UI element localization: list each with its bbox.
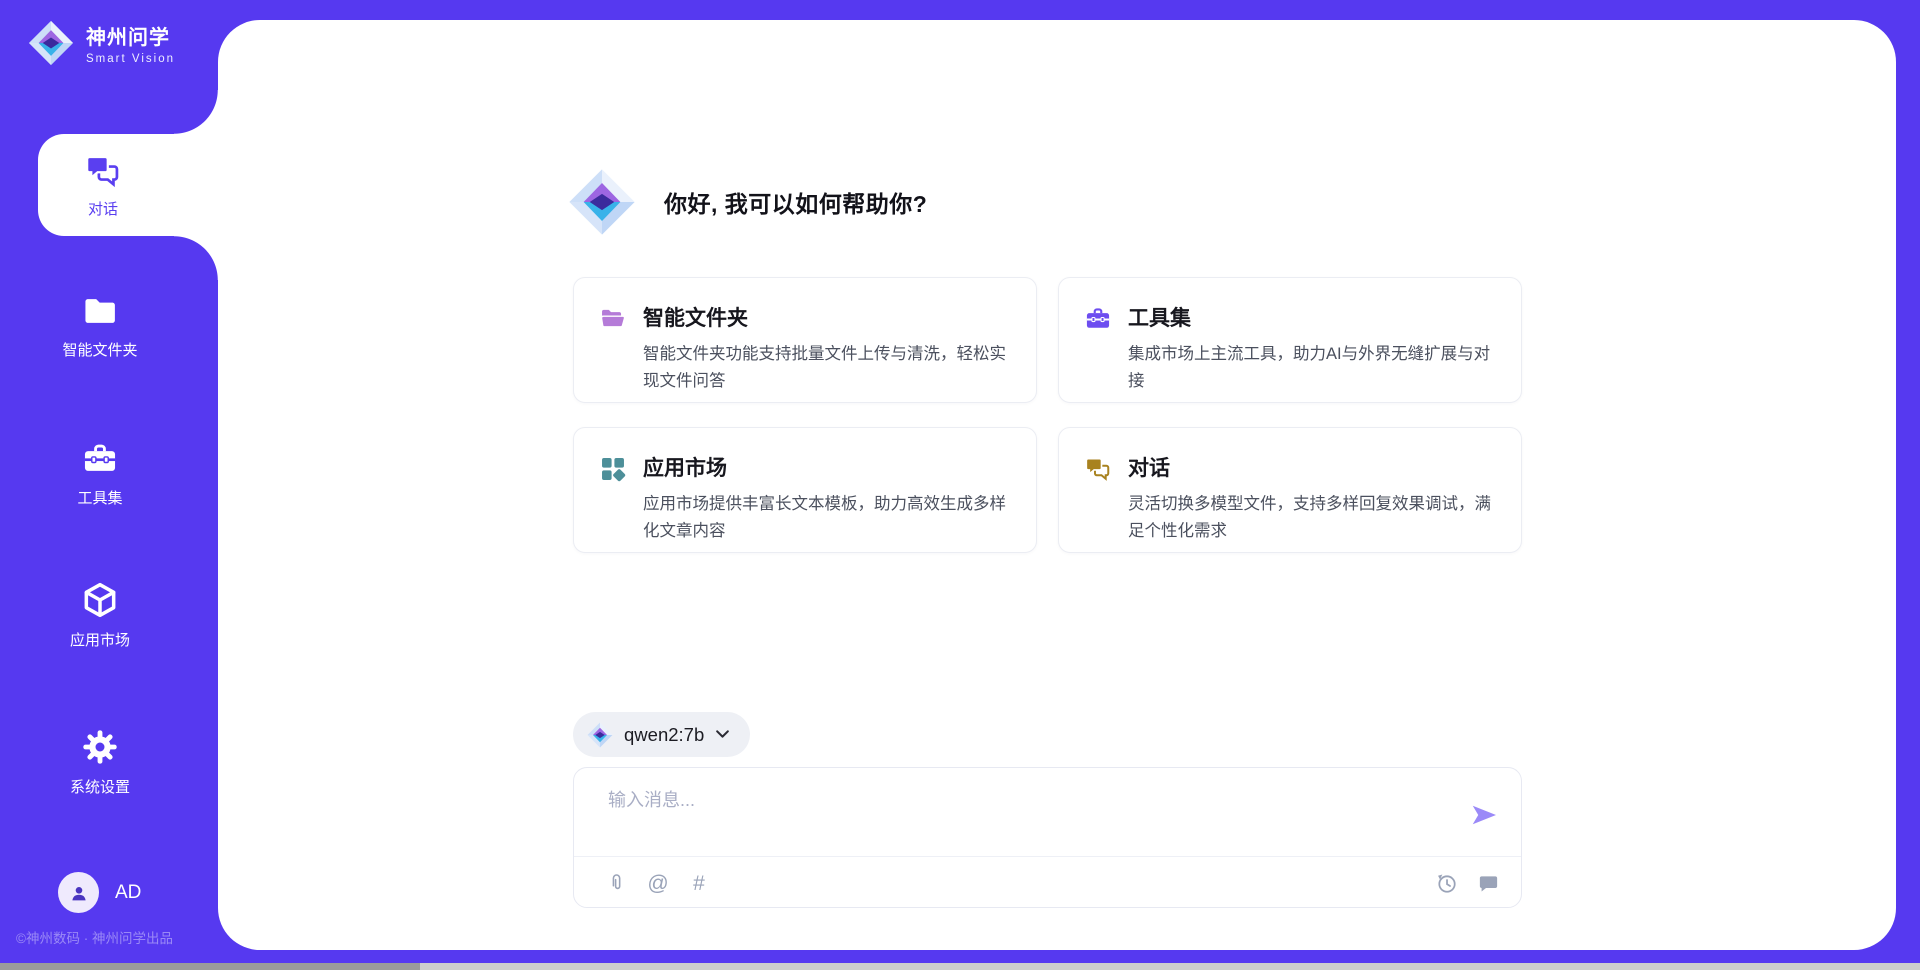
- apps-icon: [598, 455, 628, 483]
- diamond-logo-icon: [28, 20, 74, 66]
- avatar: [58, 872, 99, 913]
- card-toolbox[interactable]: 工具集 集成市场上主流工具，助力AI与外界无缝扩展与对接: [1058, 277, 1522, 403]
- composer-divider: [574, 856, 1521, 857]
- feature-cards: 智能文件夹 智能文件夹功能支持批量文件上传与清洗，轻松实现文件问答 工具集 集成…: [573, 277, 1522, 553]
- toolbox-icon: [1083, 305, 1113, 333]
- brand-subtitle: Smart Vision: [86, 53, 175, 65]
- card-description: 灵活切换多模型文件，支持多样回复效果调试，满足个性化需求: [1128, 491, 1495, 545]
- card-description: 应用市场提供丰富长文本模板，助力高效生成多样化文章内容: [643, 491, 1010, 545]
- diamond-logo-icon: [587, 722, 613, 748]
- brand-name: 神州问学: [86, 21, 175, 50]
- sidebar-item-label: 应用市场: [70, 629, 130, 650]
- attach-button[interactable]: [604, 870, 630, 896]
- chat-icon: [1083, 455, 1113, 483]
- send-button[interactable]: [1469, 800, 1499, 830]
- paperclip-icon: [606, 871, 628, 895]
- card-chat[interactable]: 对话 灵活切换多模型文件，支持多样回复效果调试，满足个性化需求: [1058, 427, 1522, 553]
- sidebar-item-label: 工具集: [77, 487, 122, 508]
- chevron-down-icon: [715, 729, 730, 740]
- sidebar-item-toolbox[interactable]: 工具集: [0, 440, 200, 508]
- sidebar-item-app-market[interactable]: 应用市场: [0, 580, 200, 650]
- card-description: 集成市场上主流工具，助力AI与外界无缝扩展与对接: [1128, 341, 1495, 395]
- hash-icon: #: [693, 873, 705, 894]
- history-icon: [1434, 871, 1459, 896]
- toolbox-icon: [80, 440, 120, 478]
- horizontal-scrollbar: [0, 963, 1920, 970]
- cube-icon: [80, 580, 120, 620]
- user-profile[interactable]: AD: [58, 872, 141, 913]
- sidebar-item-chat[interactable]: 对话: [38, 134, 218, 236]
- message-composer: @ #: [573, 767, 1522, 908]
- sidebar-item-settings[interactable]: 系统设置: [0, 727, 200, 797]
- greeting-title: 你好, 我可以如何帮助你?: [664, 185, 927, 219]
- copyright-footer: ©神州数码 · 神州问学出品: [16, 927, 173, 947]
- topic-button[interactable]: #: [686, 870, 712, 896]
- model-name: qwen2:7b: [624, 724, 704, 746]
- greeting: 你好, 我可以如何帮助你?: [568, 168, 927, 236]
- folder-open-icon: [598, 305, 628, 333]
- message-input[interactable]: [608, 786, 1228, 844]
- diamond-logo-icon: [568, 168, 636, 236]
- feedback-button[interactable]: [1475, 870, 1501, 896]
- sidebar-item-label: 智能文件夹: [62, 339, 137, 360]
- chat-icon: [84, 152, 122, 190]
- person-icon: [67, 881, 91, 905]
- brand-logo: 神州问学 Smart Vision: [28, 20, 175, 66]
- send-icon: [1469, 800, 1499, 830]
- card-title: 智能文件夹: [643, 302, 1010, 332]
- sidebar-item-label: 系统设置: [70, 776, 130, 797]
- at-icon: @: [647, 873, 668, 894]
- sidebar-item-label: 对话: [88, 198, 118, 219]
- history-button[interactable]: [1433, 870, 1459, 896]
- mention-button[interactable]: @: [645, 870, 671, 896]
- card-smart-folder[interactable]: 智能文件夹 智能文件夹功能支持批量文件上传与清洗，轻松实现文件问答: [573, 277, 1037, 403]
- card-app-market[interactable]: 应用市场 应用市场提供丰富长文本模板，助力高效生成多样化文章内容: [573, 427, 1037, 553]
- speech-bubble-icon: [1477, 872, 1500, 895]
- sidebar-item-smart-folder[interactable]: 智能文件夹: [0, 292, 200, 360]
- card-title: 应用市场: [643, 452, 1010, 482]
- card-title: 工具集: [1128, 302, 1495, 332]
- gear-icon: [80, 727, 120, 767]
- card-description: 智能文件夹功能支持批量文件上传与清洗，轻松实现文件问答: [643, 341, 1010, 395]
- model-selector[interactable]: qwen2:7b: [573, 712, 750, 757]
- user-initials: AD: [115, 882, 141, 904]
- folder-icon: [80, 292, 120, 330]
- scrollbar-thumb[interactable]: [0, 963, 420, 970]
- card-title: 对话: [1128, 452, 1495, 482]
- app-window: 神州问学 Smart Vision 对话 智能文件夹: [0, 0, 1920, 970]
